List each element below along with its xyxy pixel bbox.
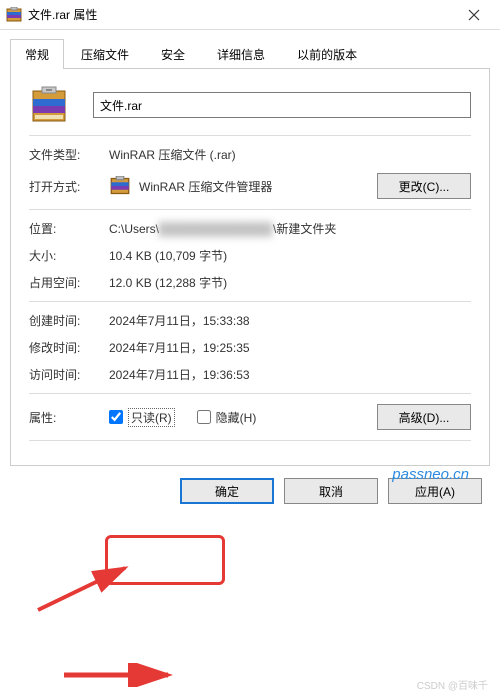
size-value: 10.4 KB (10,709 字节) [109,247,471,264]
modified-value: 2024年7月11日，19:25:35 [109,339,471,356]
separator [29,135,471,136]
attributes-label: 属性: [29,409,109,426]
csdn-watermark: CSDN @百味千 [417,677,488,692]
tab-general[interactable]: 常规 [10,39,64,69]
filetype-value: WinRAR 压缩文件 (.rar) [109,146,471,163]
separator [29,393,471,394]
change-button[interactable]: 更改(C)... [377,173,471,199]
annotation-arrow-ok [60,663,180,687]
openwith-label: 打开方式: [29,178,109,195]
ok-button[interactable]: 确定 [180,478,274,504]
file-type-icon [29,85,69,125]
location-value: C:\Users\████████████\新建文件夹 [109,220,471,237]
filetype-label: 文件类型: [29,146,109,163]
readonly-checkbox-input[interactable] [109,410,123,424]
tab-archive[interactable]: 压缩文件 [66,39,144,69]
accessed-value: 2024年7月11日，19:36:53 [109,366,471,383]
tab-previous[interactable]: 以前的版本 [282,39,372,69]
readonly-checkbox[interactable]: 只读(R) [109,408,175,427]
location-hidden: ████████████ [159,222,273,236]
location-prefix: C:\Users\ [109,222,159,236]
separator [29,301,471,302]
rar-file-icon [6,7,22,23]
accessed-label: 访问时间: [29,366,109,383]
advanced-button[interactable]: 高级(D)... [377,404,471,430]
tab-panel-general: 文件类型: WinRAR 压缩文件 (.rar) 打开方式: WinRAR 压缩… [10,69,490,466]
cancel-button[interactable]: 取消 [284,478,378,504]
sizeondisk-label: 占用空间: [29,274,109,291]
created-value: 2024年7月11日，15:33:38 [109,312,471,329]
close-icon [468,9,480,21]
watermark-text: passneo.cn [392,466,469,483]
hidden-checkbox-input[interactable] [197,410,211,424]
hidden-checkbox[interactable]: 隐藏(H) [197,409,257,426]
sizeondisk-value: 12.0 KB (12,288 字节) [109,274,471,291]
filename-input[interactable] [93,92,471,118]
created-label: 创建时间: [29,312,109,329]
location-label: 位置: [29,220,109,237]
tab-details[interactable]: 详细信息 [202,39,280,69]
separator [29,209,471,210]
openwith-app-icon [109,175,131,197]
separator [29,440,471,441]
readonly-checkbox-label: 只读(R) [128,408,175,427]
modified-label: 修改时间: [29,339,109,356]
annotation-highlight-readonly [105,535,225,585]
openwith-value: WinRAR 压缩文件管理器 [139,178,272,195]
window-title: 文件.rar 属性 [28,6,454,23]
size-label: 大小: [29,247,109,264]
tab-strip: 常规 压缩文件 安全 详细信息 以前的版本 [10,38,490,69]
location-suffix: \新建文件夹 [273,222,336,236]
close-button[interactable] [454,0,494,29]
tab-security[interactable]: 安全 [146,39,200,69]
hidden-checkbox-label: 隐藏(H) [216,409,257,426]
